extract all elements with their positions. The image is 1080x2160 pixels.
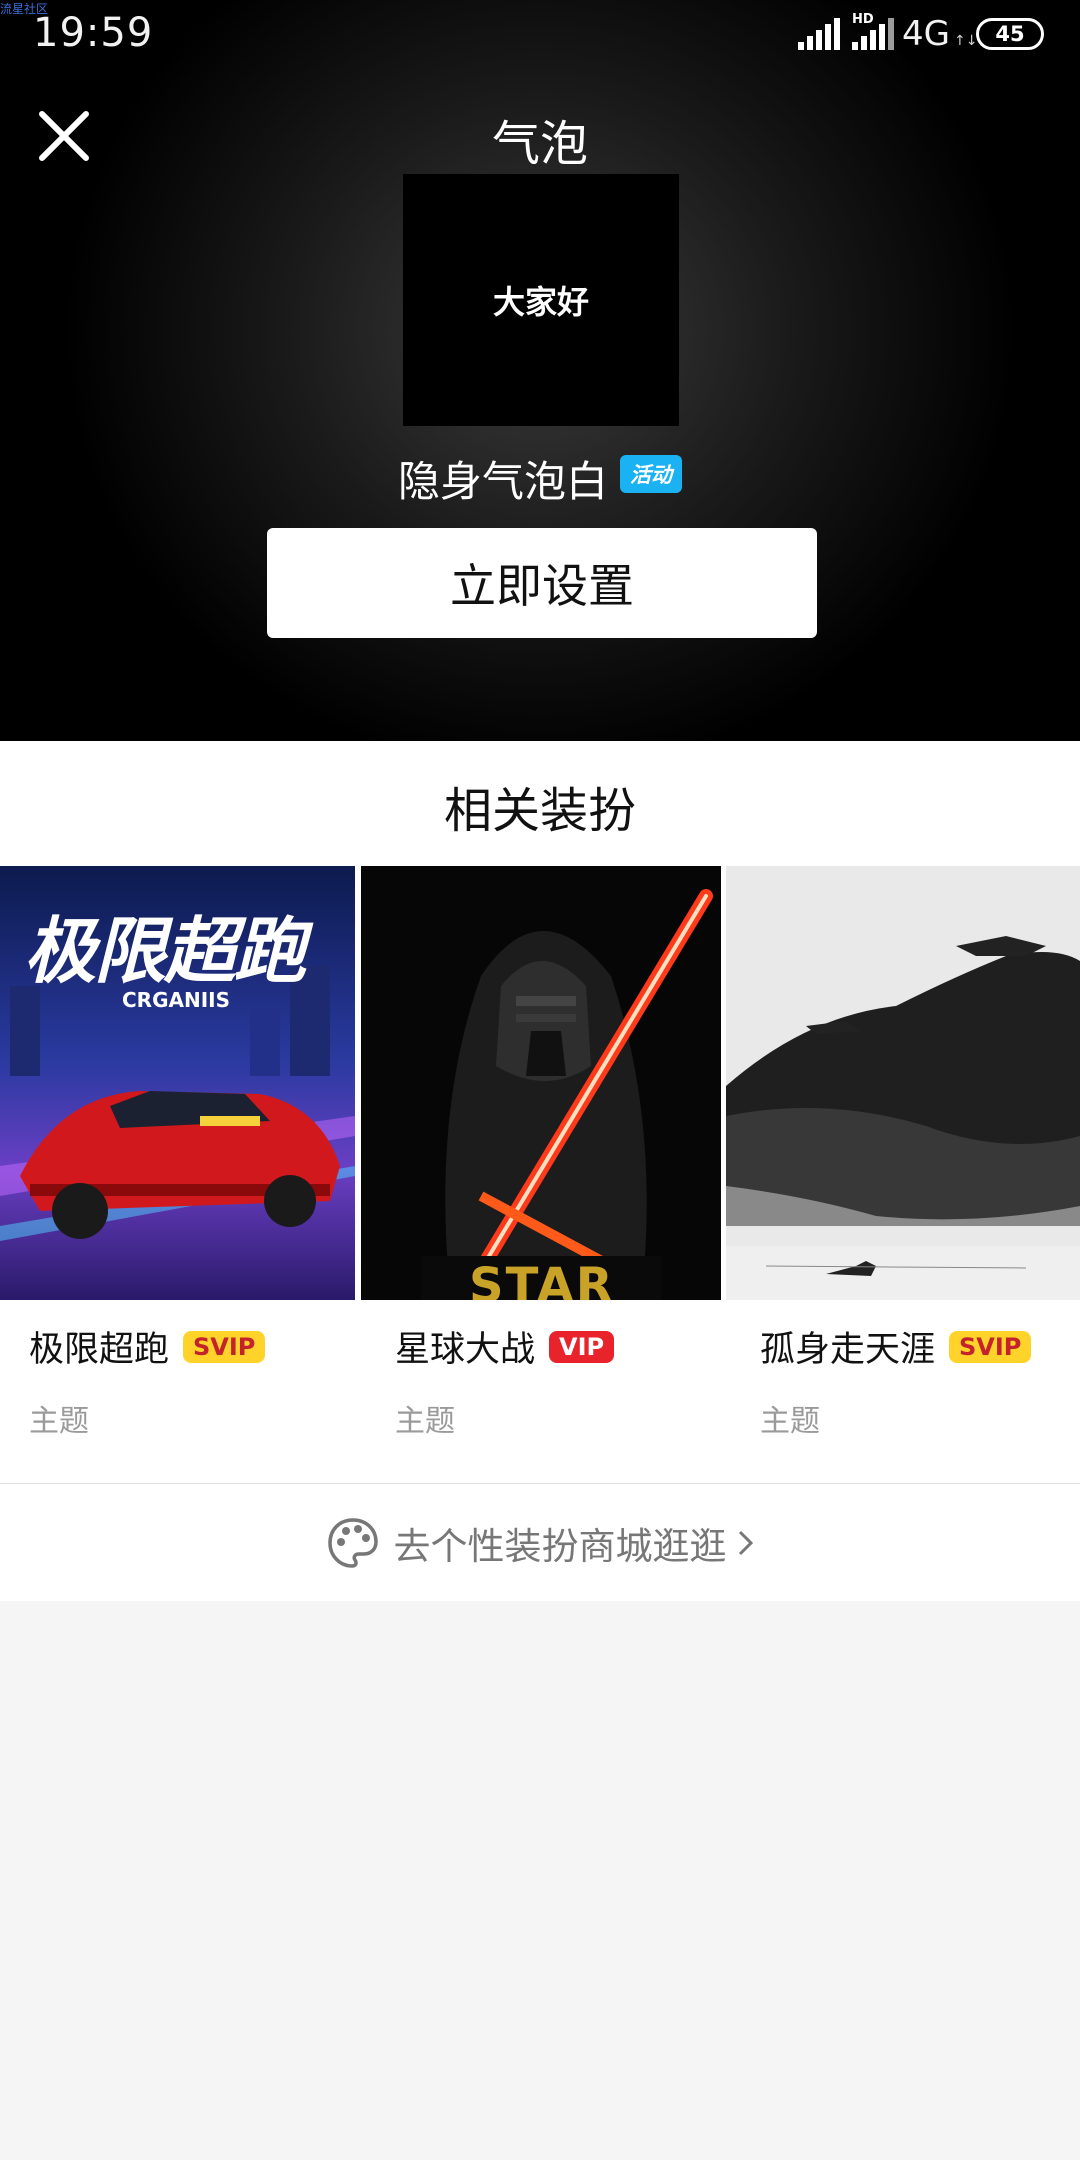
theme-thumbnail-inkwash[interactable] (726, 866, 1080, 1300)
status-time: 19:59 (33, 10, 154, 56)
card-type: 主题 (29, 1404, 89, 1439)
chevron-right-icon (738, 1530, 753, 1555)
theme-card-inkwash[interactable]: 孤身走天涯 SVIP 主题 (760, 1321, 1032, 1440)
data-arrows-icon: ↑↓ (954, 33, 978, 49)
svip-badge: SVIP (949, 1330, 1032, 1363)
racing-thumb-title: 极限超跑 (24, 909, 306, 993)
mall-link-label: 去个性装扮商城逛逛 (393, 1524, 727, 1568)
set-now-button[interactable]: 立即设置 (267, 528, 817, 638)
theme-thumbnail-racing[interactable]: 极限超跑 CRGANIIS (0, 866, 355, 1300)
svip-badge: SVIP (183, 1330, 266, 1363)
network-type: 4G (902, 14, 950, 54)
card-name: 孤身走天涯 (760, 1330, 936, 1370)
theme-card-racing[interactable]: 极限超跑 SVIP 主题 (29, 1321, 266, 1440)
status-bar: 19:59 HD 4G ↑↓ 45 (0, 0, 1080, 70)
signal-strength-2-icon (852, 18, 894, 50)
battery-icon: 45 (976, 18, 1044, 50)
card-name: 星球大战 (395, 1330, 536, 1370)
card-type: 主题 (395, 1404, 455, 1439)
set-now-label: 立即设置 (450, 560, 634, 612)
personalization-mall-link[interactable]: 去个性装扮商城逛逛 (0, 1483, 1080, 1601)
racing-thumb-subtitle: CRGANIIS (122, 988, 230, 1012)
battery-level: 45 (995, 22, 1025, 46)
theme-card-starwars[interactable]: 星球大战 VIP 主题 (395, 1321, 615, 1440)
activity-badge: 活动 (620, 454, 682, 493)
card-name: 极限超跑 (29, 1330, 170, 1370)
theme-thumbnail-starwars[interactable]: STAR (361, 866, 721, 1300)
related-items-section: 相关装扮 极限超跑 CRGANIIS STAR 极限超跑 SVIP 主题 星球大… (0, 741, 1080, 1484)
bubble-detail-header-area: 流星社区 19:59 HD 4G ↑↓ 45 气泡 大家好 隐身气泡白 活动 立… (0, 0, 1080, 741)
ink-landscape-illustration (726, 866, 1080, 1300)
item-name: 隐身气泡白 (397, 457, 608, 506)
card-type: 主题 (760, 1404, 820, 1439)
vip-badge: VIP (549, 1330, 615, 1363)
bubble-preview: 大家好 (403, 174, 679, 426)
star-wars-illustration (361, 866, 721, 1300)
page-title: 气泡 (491, 116, 588, 172)
item-name-row: 隐身气泡白 活动 (0, 448, 1080, 509)
starwars-thumb-title: STAR (469, 1258, 615, 1300)
signal-strength-icon (798, 18, 840, 50)
palette-icon (327, 1517, 378, 1568)
bubble-preview-text: 大家好 (492, 283, 589, 321)
related-title: 相关装扮 (443, 783, 636, 839)
